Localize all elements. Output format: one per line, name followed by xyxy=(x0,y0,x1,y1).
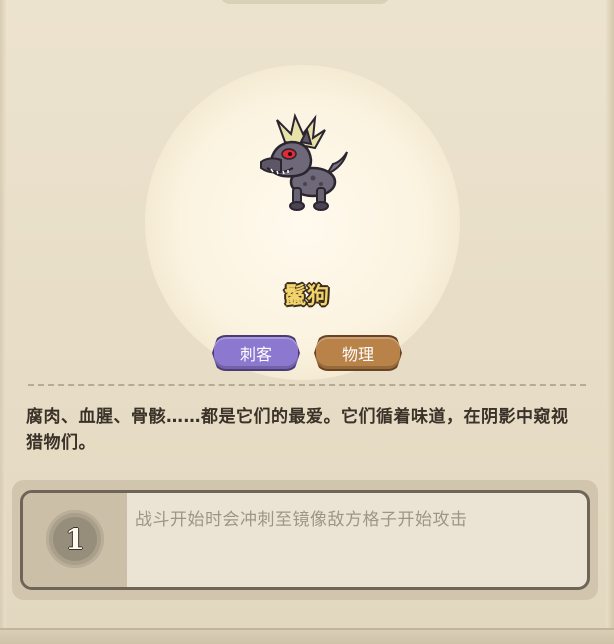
unit-description: 腐肉、血腥、骨骸……都是它们的最爱。它们循着味道，在阴影中窥视猎物们。 xyxy=(26,407,569,453)
unit-tags: 刺客 物理 xyxy=(0,335,614,371)
panel-right-edge xyxy=(606,0,614,644)
panel-left-edge xyxy=(0,0,6,644)
unit-name: 鬣狗 xyxy=(283,284,330,309)
panel-bottom-edge xyxy=(0,628,614,644)
panel-top-edge xyxy=(220,0,390,4)
tag-physical[interactable]: 物理 xyxy=(314,335,402,371)
skill-level-panel: 1 xyxy=(23,493,134,587)
skill-level-badge: 1 xyxy=(46,510,104,568)
tag-assassin[interactable]: 刺客 xyxy=(212,335,300,371)
skill-level-number: 1 xyxy=(65,522,85,556)
skill-description: 战斗开始时会冲刺至镜像敌方格子开始攻击 xyxy=(135,510,468,530)
unit-info-panel: 鬣狗 刺客 物理 腐肉、血腥、骨骸……都是它们的最爱。它们循着味道，在阴影中窥视… xyxy=(0,0,614,644)
skill-card[interactable]: 1 战斗开始时会冲刺至镜像敌方格子开始攻击 xyxy=(20,490,590,590)
section-divider xyxy=(28,384,586,386)
hyena-portrait-icon xyxy=(260,112,348,211)
skill-level-badge-inner: 1 xyxy=(53,517,97,561)
